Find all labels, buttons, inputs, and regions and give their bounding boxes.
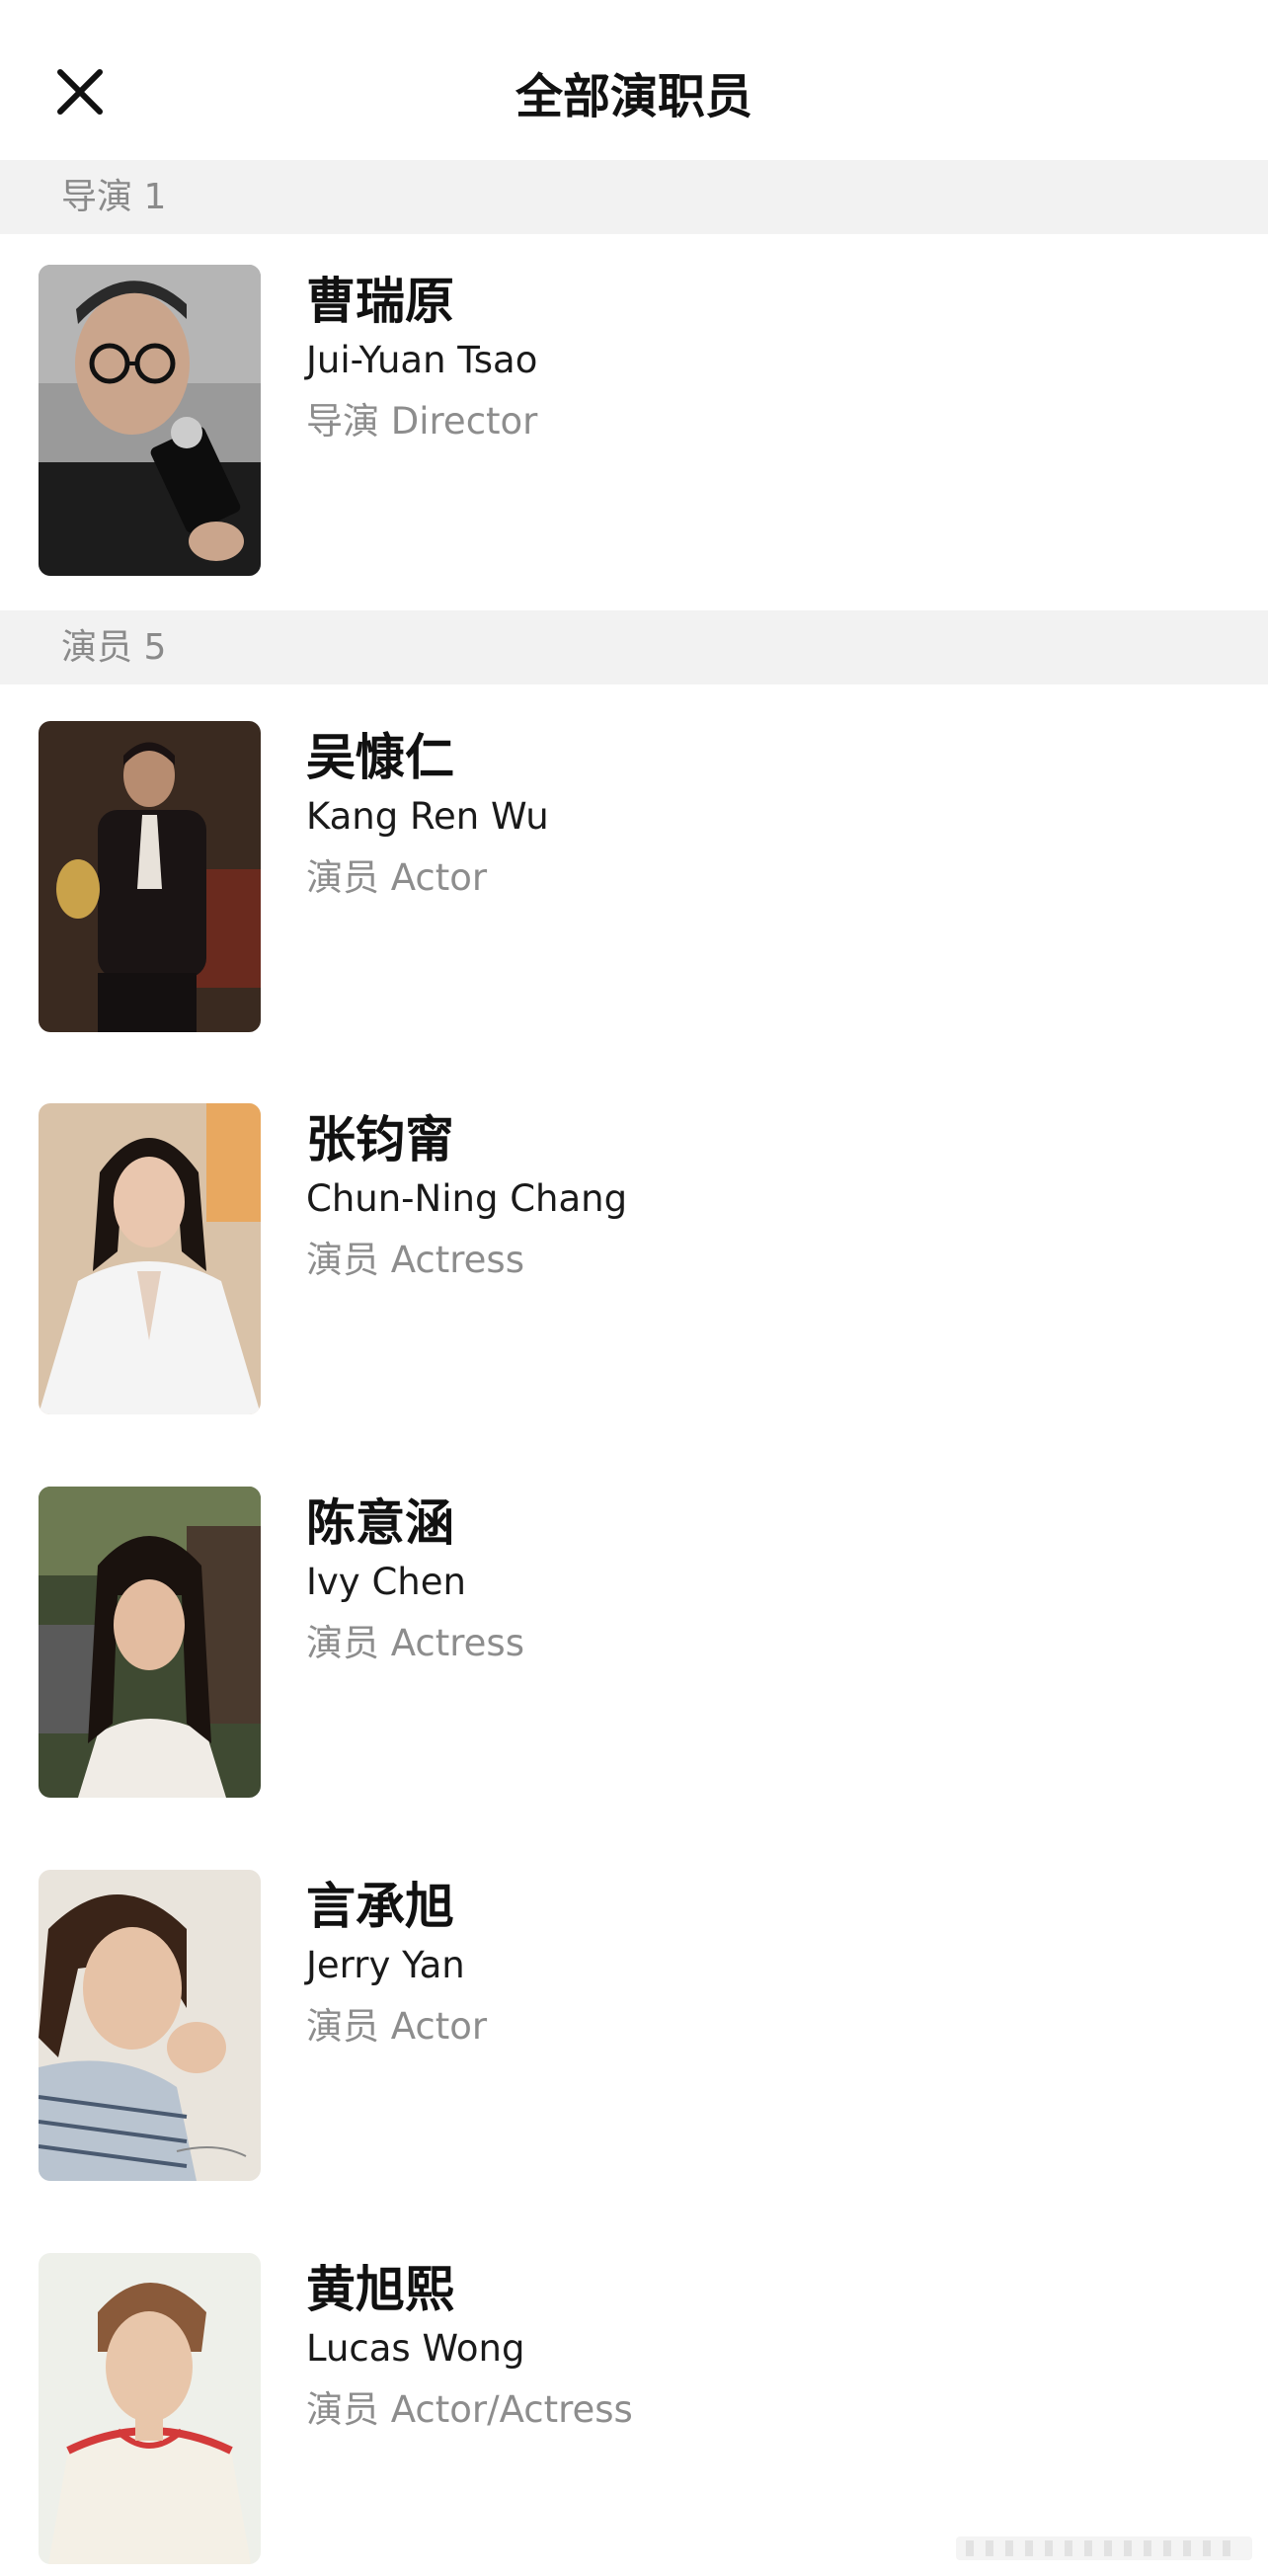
person-role: 演员 Actor/Actress: [306, 2388, 633, 2431]
section-header-director: 导演 1: [0, 160, 1268, 234]
person-role: 演员 Actor: [306, 856, 488, 899]
actor-photo: [39, 721, 261, 1032]
person-name-zh: 张钧甯: [306, 1111, 454, 1168]
person-row-actor[interactable]: 黄旭熙 Lucas Wong 演员 Actor/Actress: [0, 2253, 1268, 2569]
actor-photo: [39, 2253, 261, 2564]
person-row-actor[interactable]: 言承旭 Jerry Yan 演员 Actor: [0, 1870, 1268, 2186]
person-name-en: Jerry Yan: [306, 1944, 465, 1986]
actor-photo: [39, 1870, 261, 2181]
person-role: 演员 Actress: [306, 1239, 524, 1281]
actress-photo: [39, 1487, 261, 1798]
person-row-actor[interactable]: 张钧甯 Chun-Ning Chang 演员 Actress: [0, 1103, 1268, 1419]
person-row-actor[interactable]: 吴慷仁 Kang Ren Wu 演员 Actor: [0, 721, 1268, 1037]
person-role: 演员 Actor: [306, 2005, 488, 2048]
person-name-zh: 陈意涵: [306, 1494, 454, 1552]
person-name-zh: 言承旭: [306, 1878, 454, 1935]
person-name-zh: 吴慷仁: [306, 729, 454, 786]
person-name-zh: 曹瑞原: [306, 273, 454, 330]
watermark: [956, 2531, 1252, 2566]
page-title: 全部演职员: [515, 69, 753, 124]
section-label-actors: 演员 5: [61, 627, 167, 668]
person-role: 导演 Director: [306, 400, 538, 443]
director-photo: [39, 265, 261, 576]
person-row-actor[interactable]: 陈意涵 Ivy Chen 演员 Actress: [0, 1487, 1268, 1803]
section-header-actors: 演员 5: [0, 610, 1268, 684]
top-bar: 全部演职员: [0, 0, 1268, 160]
actress-photo: [39, 1103, 261, 1414]
person-name-en: Ivy Chen: [306, 1561, 466, 1603]
person-row-director[interactable]: 曹瑞原 Jui-Yuan Tsao 导演 Director: [0, 265, 1268, 581]
person-name-en: Jui-Yuan Tsao: [306, 339, 538, 381]
person-role: 演员 Actress: [306, 1622, 524, 1664]
person-name-en: Lucas Wong: [306, 2327, 525, 2370]
person-name-en: Chun-Ning Chang: [306, 1177, 628, 1220]
person-name-en: Kang Ren Wu: [306, 795, 549, 838]
section-label-director: 导演 1: [61, 177, 167, 217]
person-name-zh: 黄旭熙: [306, 2261, 454, 2318]
